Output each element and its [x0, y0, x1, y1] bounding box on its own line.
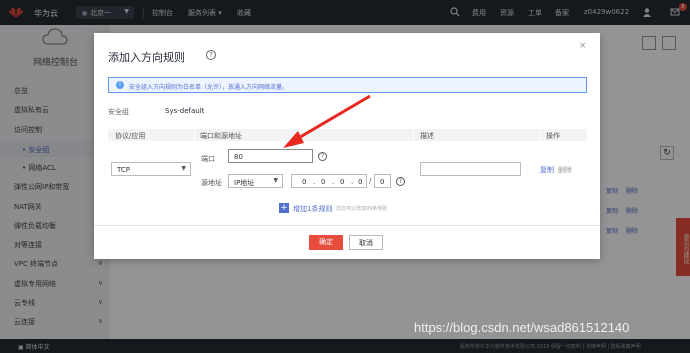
- ip-octet-4: 0: [358, 178, 363, 186]
- port-input[interactable]: 80: [228, 149, 313, 163]
- header-protocol: 协议/应用: [115, 132, 146, 140]
- security-group-label: 安全组: [108, 108, 129, 116]
- source-label: 源地址: [201, 179, 222, 187]
- info-notice: i 安全组入方向规则为白名单（允许），放通入方向网络流量。: [108, 77, 587, 93]
- add-rule-link[interactable]: 增加1条规则: [293, 204, 332, 214]
- source-type-value: IP地址: [234, 179, 255, 187]
- protocol-value: TCP: [117, 166, 130, 174]
- dialog-title: 添加入方向规则: [108, 51, 185, 64]
- confirm-button[interactable]: 确定: [309, 235, 343, 250]
- chevron-down-icon: ▼: [181, 165, 186, 172]
- mask-input[interactable]: 0: [374, 174, 391, 188]
- port-value: 80: [234, 153, 243, 161]
- copy-rule-link[interactable]: 复制: [540, 165, 554, 175]
- notice-text: 安全组入方向规则为白名单（允许），放通入方向网络流量。: [129, 84, 289, 91]
- ip-octet-2: 0: [321, 178, 326, 186]
- help-icon[interactable]: ?: [206, 50, 216, 60]
- header-description: 描述: [420, 132, 434, 140]
- divider: [539, 129, 540, 141]
- plus-icon[interactable]: +: [279, 203, 289, 213]
- header-port-source: 端口和源地址: [200, 132, 242, 140]
- divider: [194, 129, 195, 141]
- add-rule-hint: 您还可以增加99条规则: [336, 206, 388, 212]
- mask-value: 0: [380, 178, 385, 186]
- ip-octet-1: 0: [302, 178, 307, 186]
- protocol-select[interactable]: TCP ▼: [111, 162, 191, 176]
- add-inbound-rule-dialog: 添加入方向规则 ? × i 安全组入方向规则为白名单（允许），放通入方向网络流量…: [94, 33, 600, 259]
- ip-octet-3: 0: [340, 178, 345, 186]
- info-icon: i: [116, 81, 124, 89]
- security-group-value: Sys-default: [165, 107, 205, 115]
- description-input[interactable]: [420, 162, 521, 176]
- cancel-button[interactable]: 取消: [349, 235, 383, 250]
- ip-address-input[interactable]: 0 . 0 . 0 . 0: [291, 174, 367, 188]
- close-icon[interactable]: ×: [579, 41, 587, 51]
- header-actions: 操作: [546, 132, 560, 140]
- dialog-footer-divider: [94, 225, 600, 226]
- source-type-select[interactable]: IP地址 ▼: [228, 174, 283, 188]
- port-label: 端口: [201, 155, 215, 163]
- ip-dot: .: [313, 178, 316, 186]
- divider: [413, 129, 414, 141]
- port-help-icon[interactable]: ?: [318, 152, 327, 161]
- watermark-text: https://blog.csdn.net/wsad861512140: [414, 320, 630, 335]
- ip-dot: .: [351, 178, 354, 186]
- rule-table-header: 协议/应用 端口和源地址 描述 操作: [108, 129, 587, 141]
- source-help-icon[interactable]: ?: [396, 177, 405, 186]
- ip-dot: .: [332, 178, 335, 186]
- delete-rule-link[interactable]: 删除: [558, 165, 572, 175]
- chevron-down-icon: ▼: [273, 177, 278, 184]
- slash-separator: /: [369, 177, 372, 185]
